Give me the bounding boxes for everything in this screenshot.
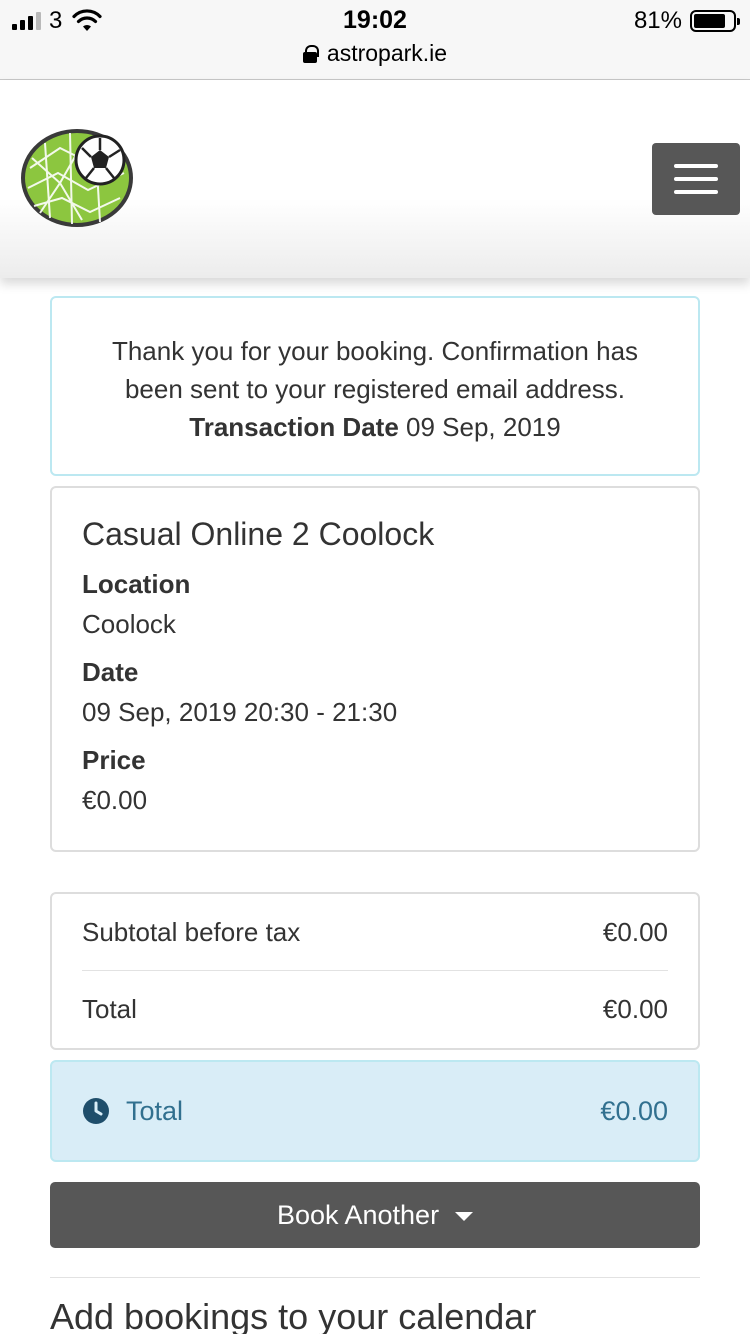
status-bar: 3 19:02 astropark.ie 81% [0, 0, 750, 80]
url-text: astropark.ie [326, 40, 448, 66]
section-divider [50, 1277, 700, 1278]
site-header [0, 80, 750, 278]
battery-percent: 81% [633, 7, 682, 34]
transaction-date-line: Transaction Date 09 Sep, 2019 [52, 408, 698, 446]
date-value: 09 Sep, 2019 20:30 - 21:30 [82, 697, 398, 727]
lock-icon [302, 44, 319, 63]
soccer-ball-net-logo[interactable] [20, 128, 134, 228]
total-row: Total €0.00 [82, 971, 668, 1048]
hamburger-menu-icon [674, 164, 718, 168]
battery-icon [690, 10, 740, 32]
booking-confirmation-alert: Thank you for your booking. Confirmation… [50, 296, 700, 476]
hamburger-menu-button[interactable] [652, 143, 740, 215]
total-label: Total [82, 994, 137, 1024]
total-summary-alert: Total €0.00 [50, 1060, 700, 1162]
transaction-date-value: 09 Sep, 2019 [406, 412, 561, 442]
book-another-label: Book Another [276, 1199, 440, 1230]
clock-icon [83, 1098, 109, 1124]
calendar-section-heading: Add bookings to your calendar [50, 1296, 537, 1334]
address-bar[interactable]: astropark.ie [0, 40, 750, 67]
location-label: Location [82, 569, 191, 599]
subtotal-label: Subtotal before tax [82, 916, 301, 947]
price-label: Price [82, 745, 146, 775]
totals-panel: Subtotal before tax €0.00 Total €0.00 [50, 892, 700, 1050]
caret-down-icon [455, 1211, 474, 1221]
booking-title: Casual Online 2 Coolock [82, 516, 435, 552]
booking-details-panel: Casual Online 2 Coolock Location Coolock… [50, 486, 700, 852]
status-right: 81% [633, 7, 740, 34]
total-value: €0.00 [602, 994, 668, 1024]
subtotal-value: €0.00 [602, 916, 668, 947]
price-value: €0.00 [82, 785, 148, 815]
book-another-button[interactable]: Book Another [50, 1182, 700, 1248]
total-summary-value: €0.00 [600, 1095, 668, 1126]
total-summary-label: Total [126, 1095, 184, 1126]
confirmation-line-2: been sent to your registered email addre… [124, 374, 626, 404]
date-label: Date [82, 657, 139, 687]
total-summary-left: Total [82, 1096, 183, 1127]
subtotal-row: Subtotal before tax €0.00 [82, 894, 668, 971]
confirmation-line-1: Thank you for your booking. Confirmation… [111, 336, 639, 366]
battery-level [694, 14, 725, 28]
transaction-date-label: Transaction Date [189, 412, 399, 442]
location-value: Coolock [82, 609, 176, 639]
